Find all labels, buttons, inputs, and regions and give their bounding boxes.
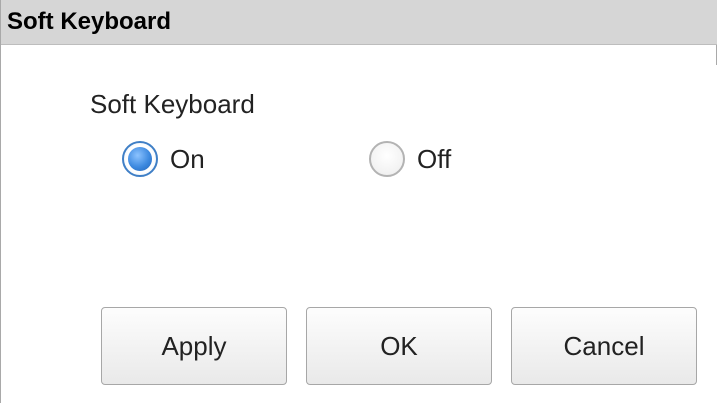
apply-button[interactable]: Apply xyxy=(101,307,287,385)
soft-keyboard-dialog: Soft Keyboard Soft Keyboard On Off Apply… xyxy=(0,0,717,403)
soft-keyboard-label: Soft Keyboard xyxy=(90,89,255,119)
radio-selected-dot xyxy=(128,147,152,171)
radio-on-option[interactable]: On xyxy=(122,139,205,179)
radio-on-button[interactable] xyxy=(122,141,158,177)
radio-off-label[interactable]: Off xyxy=(417,144,451,174)
ok-button[interactable]: OK xyxy=(306,307,492,385)
radio-on-label[interactable]: On xyxy=(170,144,205,174)
cancel-button[interactable]: Cancel xyxy=(511,307,697,385)
title-bar: Soft Keyboard xyxy=(1,0,717,45)
radio-off-button[interactable] xyxy=(369,141,405,177)
radio-off-option[interactable]: Off xyxy=(369,139,451,179)
dialog-title: Soft Keyboard xyxy=(7,8,172,35)
